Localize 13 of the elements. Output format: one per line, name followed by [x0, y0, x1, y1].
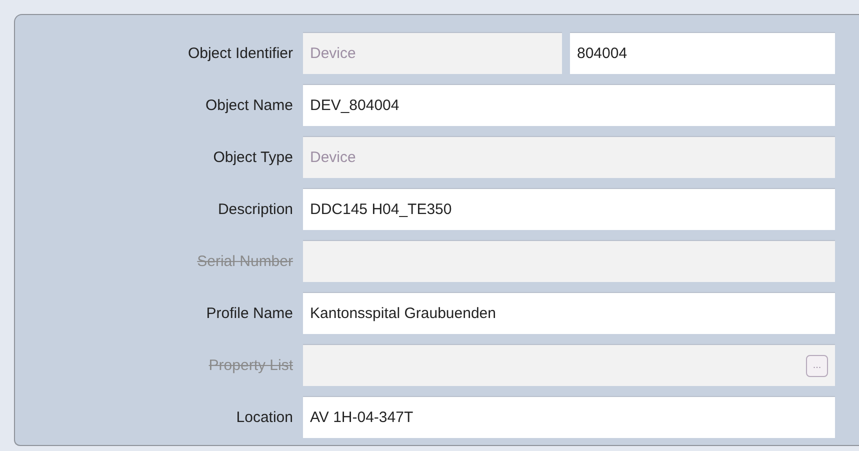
field-label: Profile Name: [205, 304, 293, 322]
text-field[interactable]: DEV_804004: [303, 84, 835, 126]
field-label: Description: [216, 200, 293, 218]
text-field[interactable]: AV 1H-04-347T: [303, 396, 835, 438]
text-field[interactable]: Kantonsspital Graubuenden: [303, 292, 835, 334]
field-label: Serial Number: [196, 252, 293, 270]
field-label: Property List: [208, 356, 293, 374]
field-label: Object Name: [204, 96, 293, 114]
text-field[interactable]: 804004: [570, 32, 835, 74]
field-label: Object Identifier: [186, 44, 293, 62]
field-label: Object Type: [212, 148, 293, 166]
field-label: Location: [235, 408, 293, 426]
text-field[interactable]: DDC145 H04_TE350: [303, 188, 835, 230]
